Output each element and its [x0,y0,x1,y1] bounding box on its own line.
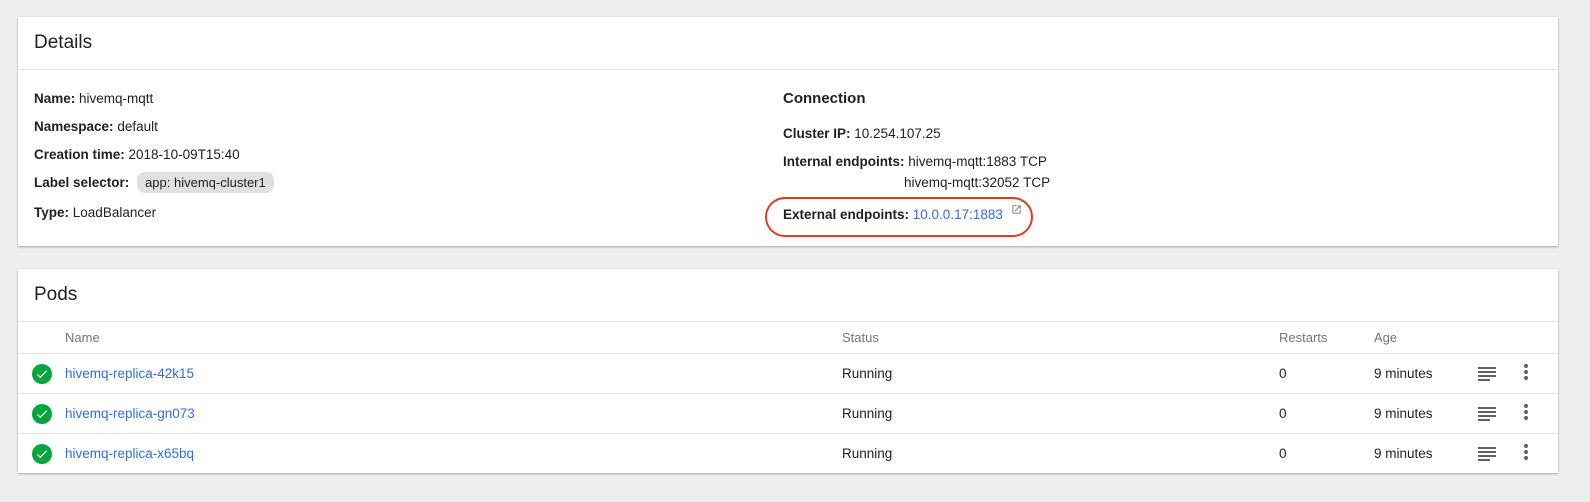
table-row: hivemq-replica-gn073 Running 0 9 minutes [18,394,1558,434]
internal-endpoint-2-row: hivemq-mqtt:32052 TCP [904,175,1050,190]
check-circle-icon [32,404,52,424]
internal-endpoint-2: hivemq-mqtt:32052 TCP [904,175,1051,190]
internal-endpoints-row: Internal endpoints: hivemq-mqtt:1883 TCP [783,154,1047,169]
pod-restarts: 0 [1279,446,1287,461]
pod-status: Running [842,406,893,421]
col-age[interactable]: Age [1374,322,1397,353]
pod-age: 9 minutes [1374,366,1433,381]
details-card: Details Name: hivemq-mqtt Namespace: def… [18,17,1558,246]
cluster-ip-row: Cluster IP: 10.254.107.25 [783,126,941,141]
cluster-ip-label: Cluster IP: [783,126,851,141]
pods-table-header: Name Status Restarts Age [18,322,1558,354]
pod-status: Running [842,366,893,381]
creation-time-label: Creation time: [34,147,125,162]
details-title: Details [18,17,1558,70]
name-value: hivemq-mqtt [79,91,154,106]
name-label: Name: [34,91,76,106]
type-value: LoadBalancer [72,205,157,220]
cluster-ip-value: 10.254.107.25 [854,126,941,141]
namespace-row: Namespace: default [34,119,158,134]
logs-icon[interactable] [1478,447,1496,461]
internal-endpoint-1: hivemq-mqtt:1883 TCP [908,154,1047,169]
pods-title: Pods [18,269,1558,322]
check-circle-icon [32,364,52,384]
connection-title: Connection [783,90,866,107]
namespace-value: default [117,119,158,134]
label-selector-row: Label selector: app: hivemq-cluster1 [34,172,274,193]
logs-icon[interactable] [1478,407,1496,421]
pods-card: Pods Name Status Restarts Age hivemq-rep… [18,269,1558,473]
more-vert-icon[interactable] [1521,444,1531,464]
name-row: Name: hivemq-mqtt [34,91,153,106]
table-row: hivemq-replica-42k15 Running 0 9 minutes [18,354,1558,394]
pod-age: 9 minutes [1374,446,1433,461]
col-status: Status [842,330,879,345]
col-restarts: Restarts [1279,330,1328,345]
pod-status: Running [842,446,893,461]
more-vert-icon[interactable] [1521,364,1531,384]
check-circle-icon [32,444,52,464]
type-row: Type: LoadBalancer [34,205,156,220]
logs-icon[interactable] [1478,367,1496,381]
external-endpoint-highlight [765,197,1033,237]
type-label: Type: [34,205,70,220]
namespace-label: Namespace: [34,119,114,134]
col-name[interactable]: Name [65,322,100,353]
more-vert-icon[interactable] [1521,404,1531,424]
label-selector-label: Label selector: [34,175,130,190]
pod-name-link[interactable]: hivemq-replica-x65bq [65,434,194,473]
internal-endpoints-label: Internal endpoints: [783,154,905,169]
label-selector-chip: app: hivemq-cluster1 [137,172,274,193]
pod-name-link[interactable]: hivemq-replica-42k15 [65,354,194,393]
creation-time-row: Creation time: 2018-10-09T15:40 [34,147,240,162]
pod-name-link[interactable]: hivemq-replica-gn073 [65,394,195,433]
pod-restarts: 0 [1279,366,1287,381]
pod-age: 9 minutes [1374,406,1433,421]
pod-restarts: 0 [1279,406,1287,421]
creation-time-value: 2018-10-09T15:40 [128,147,240,162]
table-row: hivemq-replica-x65bq Running 0 9 minutes [18,434,1558,473]
